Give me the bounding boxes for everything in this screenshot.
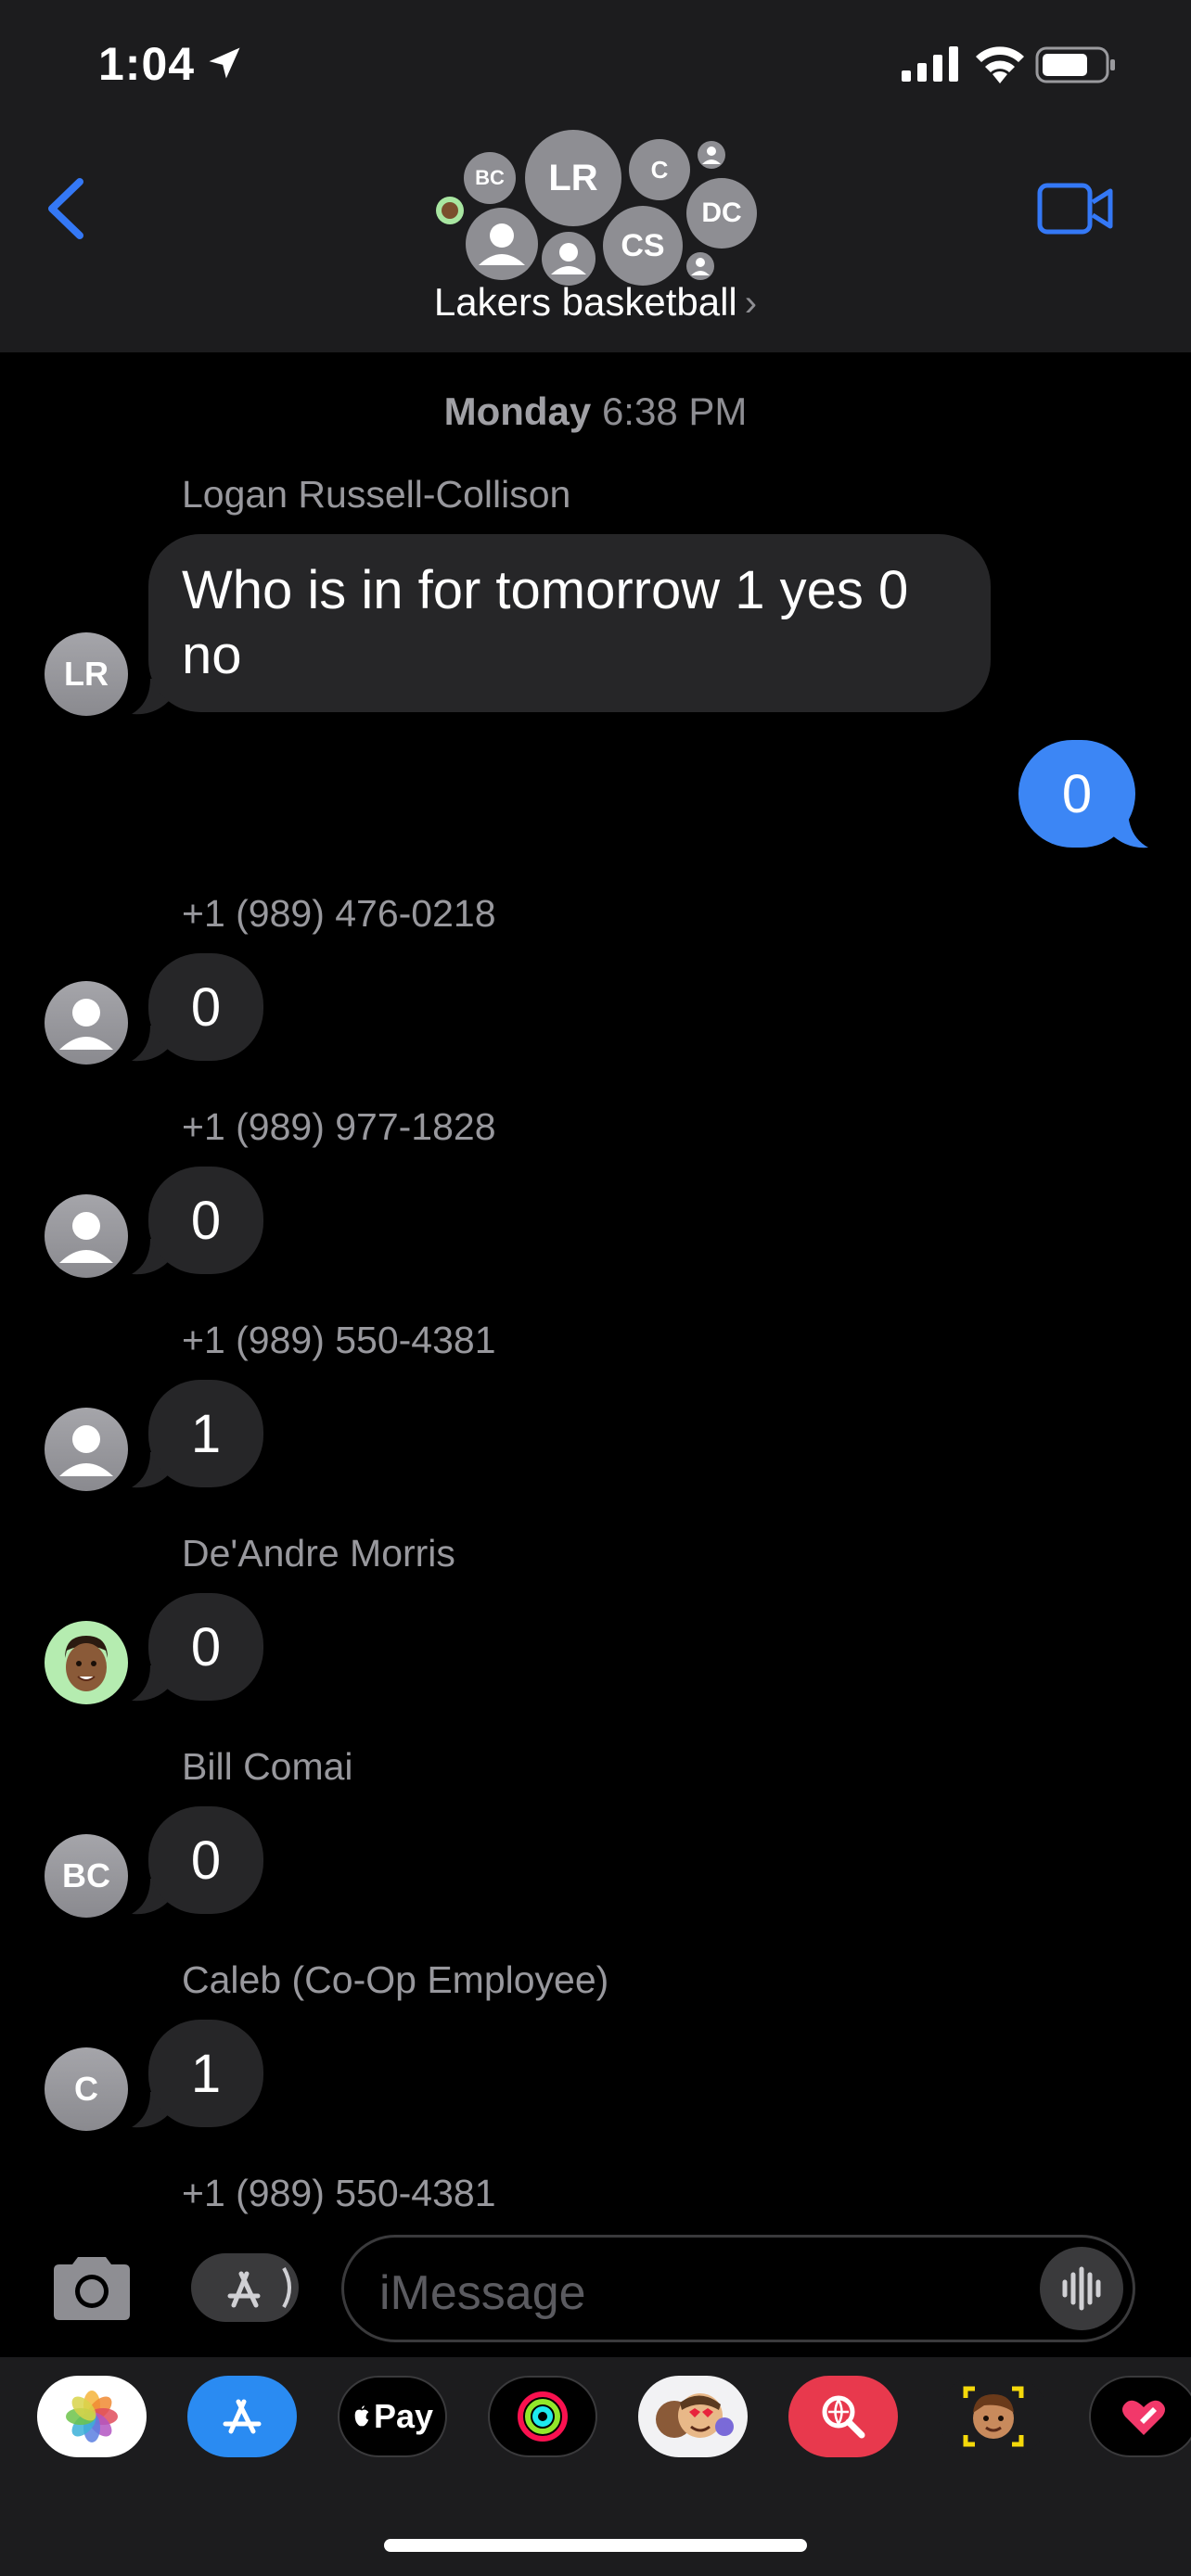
avatar-dc: DC bbox=[686, 178, 757, 249]
message-bubble[interactable]: 0 bbox=[148, 1806, 263, 1914]
avatar-bc: BC bbox=[464, 152, 516, 204]
imessage-input[interactable]: iMessage bbox=[341, 2235, 1135, 2342]
person-icon bbox=[686, 252, 714, 280]
sender-name: Bill Comai bbox=[182, 1745, 353, 1788]
app-store-app-button[interactable] bbox=[187, 2376, 297, 2457]
sender-name: +1 (989) 550-4381 bbox=[182, 1319, 496, 1361]
bubble-tail bbox=[1109, 809, 1148, 848]
conversation-header: 1:04 BC LR C DC CS Lakers basketball › bbox=[0, 0, 1191, 352]
message-bubble[interactable]: 0 bbox=[148, 953, 263, 1061]
message-bubble[interactable]: Who is in for tomorrow 1 yes 0 no bbox=[148, 534, 991, 712]
message-bubble[interactable]: 0 bbox=[148, 1593, 263, 1701]
sender-name: Caleb (Co-Op Employee) bbox=[182, 1958, 609, 2001]
sender-name: +1 (989) 977-1828 bbox=[182, 1105, 496, 1148]
apple-pay-label: Pay bbox=[373, 2397, 434, 2435]
person-icon[interactable] bbox=[45, 1408, 128, 1491]
group-name-button[interactable]: Lakers basketball › bbox=[0, 280, 1191, 325]
apple-pay-app-button[interactable]: Pay bbox=[338, 2376, 447, 2457]
image-search-app-button[interactable] bbox=[788, 2376, 898, 2457]
timestamp-time: 6:38 PM bbox=[601, 389, 748, 433]
app-store-apps-button[interactable] bbox=[191, 2253, 299, 2322]
activity-app-button[interactable] bbox=[488, 2376, 597, 2457]
home-indicator[interactable] bbox=[384, 2539, 807, 2552]
wifi-icon bbox=[976, 46, 1024, 83]
sender-name: Logan Russell-Collison bbox=[182, 473, 571, 516]
avatar-c[interactable]: C bbox=[45, 2047, 128, 2131]
digital-touch-app-button[interactable] bbox=[1089, 2376, 1191, 2457]
photos-icon bbox=[66, 2391, 118, 2442]
photos-app-button[interactable] bbox=[37, 2376, 147, 2457]
person-icon[interactable] bbox=[45, 1194, 128, 1278]
person-icon bbox=[542, 232, 596, 286]
message-bubble[interactable]: 0 bbox=[148, 1167, 263, 1274]
cellular-signal-icon bbox=[902, 46, 958, 82]
chevron-right-icon: › bbox=[744, 283, 758, 324]
app-store-icon bbox=[223, 2399, 262, 2434]
status-time: 1:04 bbox=[98, 38, 196, 90]
activity-rings-icon bbox=[518, 2391, 568, 2442]
person-icon bbox=[698, 141, 725, 169]
digital-touch-heart-icon bbox=[1122, 2400, 1165, 2435]
app-store-icon bbox=[227, 2267, 291, 2308]
message-bubble[interactable]: 1 bbox=[148, 1380, 263, 1487]
memoji-stickers-icon bbox=[656, 2393, 734, 2438]
memoji-icon bbox=[65, 1636, 108, 1691]
memoji-avatar[interactable] bbox=[45, 1621, 128, 1704]
audio-message-button[interactable] bbox=[1040, 2247, 1123, 2330]
sender-name: +1 (989) 550-4381 bbox=[182, 2172, 496, 2214]
memoji-icon bbox=[963, 2386, 1024, 2447]
avatar-lr: LR bbox=[525, 130, 621, 226]
person-icon bbox=[466, 208, 538, 280]
back-chevron-icon[interactable] bbox=[41, 174, 91, 243]
message-bubble[interactable]: 1 bbox=[148, 2020, 263, 2127]
memoji-app-button[interactable] bbox=[939, 2376, 1048, 2457]
memoji-avatar-mini bbox=[436, 197, 464, 224]
sender-name: De'Andre Morris bbox=[182, 1532, 455, 1575]
camera-icon[interactable] bbox=[48, 2253, 135, 2322]
apple-logo-icon bbox=[354, 2405, 369, 2427]
timestamp-day: Monday bbox=[443, 389, 592, 433]
avatar-lr[interactable]: LR bbox=[45, 632, 128, 716]
avatar-cs: CS bbox=[603, 206, 683, 286]
battery-icon bbox=[1035, 46, 1115, 83]
message-timestamp: Monday 6:38 PM bbox=[0, 389, 1191, 434]
memoji-stickers-app-button[interactable] bbox=[638, 2376, 748, 2457]
imessage-placeholder: iMessage bbox=[379, 2266, 586, 2320]
location-arrow-icon bbox=[209, 47, 240, 79]
facetime-video-icon[interactable] bbox=[1037, 182, 1113, 236]
person-icon[interactable] bbox=[45, 981, 128, 1065]
avatar-c: C bbox=[629, 139, 690, 200]
waveform-icon bbox=[1062, 2266, 1101, 2311]
group-name: Lakers basketball bbox=[433, 280, 737, 324]
globe-search-icon bbox=[822, 2395, 865, 2439]
sender-name: +1 (989) 476-0218 bbox=[182, 892, 496, 935]
avatar-bc[interactable]: BC bbox=[45, 1834, 128, 1918]
